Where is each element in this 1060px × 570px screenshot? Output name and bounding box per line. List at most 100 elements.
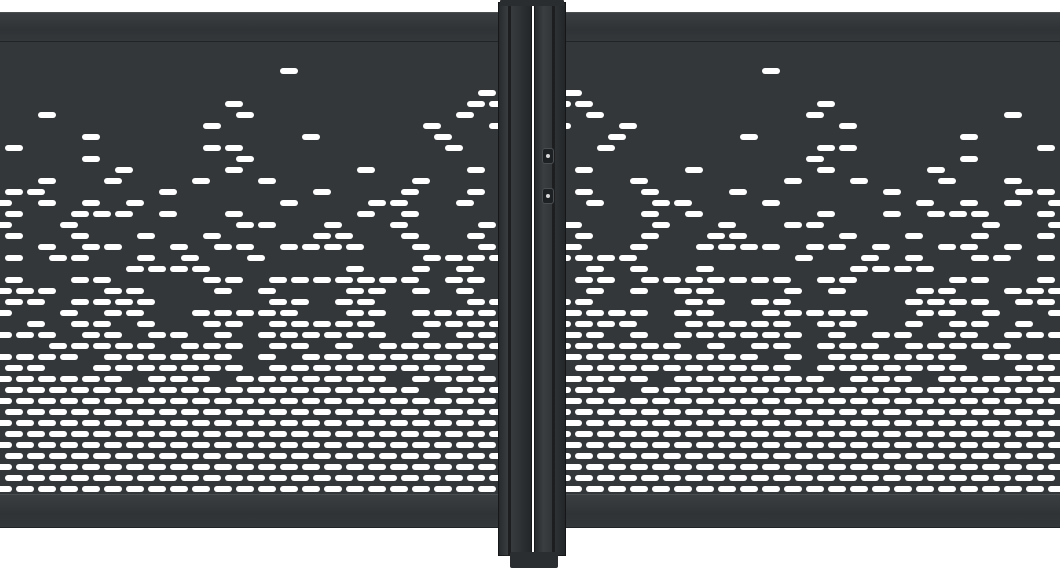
perforation-slot <box>456 354 474 360</box>
perforation-slot <box>467 321 485 327</box>
perforation-slot <box>1037 145 1055 151</box>
perforation-slot <box>379 431 397 437</box>
perforation-slot <box>302 244 320 250</box>
perforation-slot <box>247 409 265 415</box>
perforation-slot <box>126 200 144 206</box>
perforation-slot <box>445 365 463 371</box>
perforation-slot <box>203 409 221 415</box>
perforation-slot <box>795 255 813 261</box>
perforation-slot <box>313 277 331 283</box>
perforation-slot <box>586 310 604 316</box>
perforation-slot <box>203 387 221 393</box>
perforation-slot <box>938 398 956 404</box>
perforation-slot <box>82 244 100 250</box>
perforation-slot <box>861 365 879 371</box>
perforation-slot <box>894 486 912 492</box>
perforation-slot <box>839 387 857 393</box>
perforation-slot <box>357 409 375 415</box>
perforation-slot <box>0 310 12 316</box>
perforation-slot <box>214 354 232 360</box>
perforation-slot <box>478 90 496 96</box>
perforation-slot <box>982 486 1000 492</box>
perforation-slot <box>696 288 714 294</box>
perforation-slot <box>806 112 824 118</box>
perforation-slot <box>817 277 835 283</box>
perforation-slot <box>368 310 386 316</box>
perforation-slot <box>214 244 232 250</box>
perforation-slot <box>214 288 232 294</box>
perforation-slot <box>872 398 890 404</box>
perforation-slot <box>839 431 857 437</box>
perforation-slot <box>27 475 45 481</box>
perforation-slot <box>740 134 758 140</box>
perforation-slot <box>817 211 835 217</box>
perforation-slot <box>894 354 912 360</box>
perforation-slot <box>1048 398 1060 404</box>
perforation-slot <box>38 442 56 448</box>
perforation-slot <box>861 343 879 349</box>
perforation-slot <box>685 299 703 305</box>
perforation-slot <box>467 101 485 107</box>
perforation-slot <box>982 420 1000 426</box>
perforation-slot <box>115 365 133 371</box>
perforation-slot <box>137 321 155 327</box>
perforation-slot <box>379 387 397 393</box>
perforation-slot <box>445 409 463 415</box>
gate-foot <box>510 552 558 568</box>
perforation-slot <box>1037 277 1055 283</box>
perforation-slot <box>740 244 758 250</box>
perforation-slot <box>203 145 221 151</box>
perforation-slot <box>203 277 221 283</box>
perforation-slot <box>883 365 901 371</box>
perforation-slot <box>93 277 111 283</box>
perforation-slot <box>357 167 375 173</box>
perforation-slot <box>93 409 111 415</box>
perforation-slot <box>445 343 463 349</box>
perforation-slot <box>368 332 386 338</box>
perforation-slot <box>313 233 331 239</box>
perforation-slot <box>883 475 901 481</box>
perforation-slot <box>575 101 593 107</box>
perforation-slot <box>170 376 188 382</box>
perforation-slot <box>346 266 364 272</box>
perforation-slot <box>16 464 34 470</box>
perforation-slot <box>368 376 386 382</box>
perforation-slot <box>927 409 945 415</box>
perforation-slot <box>773 409 791 415</box>
perforation-slot <box>401 365 419 371</box>
perforation-slot <box>5 211 23 217</box>
perforation-slot <box>993 475 1011 481</box>
perforation-slot <box>1015 475 1033 481</box>
perforation-slot <box>707 431 725 437</box>
perforation-slot <box>949 211 967 217</box>
perforation-slot <box>412 244 430 250</box>
perforation-slot <box>773 475 791 481</box>
perforation-slot <box>894 420 912 426</box>
perforation-slot <box>773 321 791 327</box>
perforation-slot <box>478 420 496 426</box>
perforation-slot <box>346 420 364 426</box>
perforation-slot <box>872 354 890 360</box>
perforation-slot <box>104 442 122 448</box>
perforation-slot <box>795 409 813 415</box>
perforation-slot <box>960 134 978 140</box>
perforation-slot <box>762 398 780 404</box>
perforation-slot <box>192 442 210 448</box>
perforation-slot <box>817 475 835 481</box>
perforation-slot <box>324 332 342 338</box>
perforation-slot <box>489 321 498 327</box>
perforation-slot <box>49 387 67 393</box>
perforation-slot <box>1037 431 1055 437</box>
perforation-slot <box>586 200 604 206</box>
perforation-slot <box>707 343 725 349</box>
perforation-slot <box>674 310 692 316</box>
perforation-slot <box>916 310 934 316</box>
perforation-slot <box>412 354 430 360</box>
perforation-slot <box>192 266 210 272</box>
perforation-slot <box>586 112 604 118</box>
perforation-slot <box>795 431 813 437</box>
perforation-slot <box>0 222 12 228</box>
perforation-slot <box>960 486 978 492</box>
perforation-slot <box>652 486 670 492</box>
perforation-slot <box>0 464 12 470</box>
